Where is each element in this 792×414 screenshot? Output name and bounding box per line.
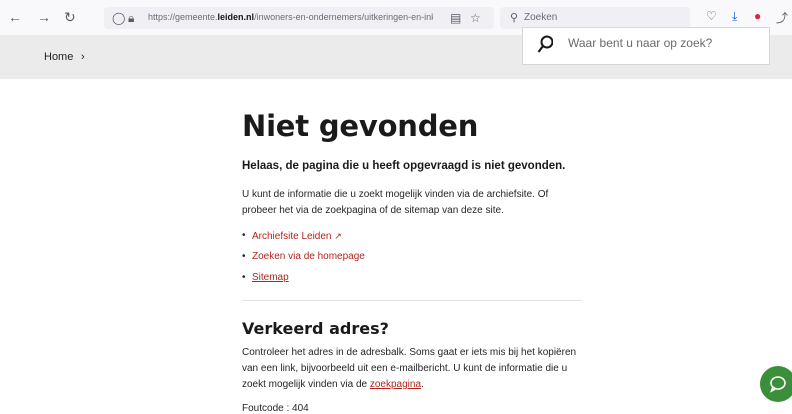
chat-button[interactable]	[760, 366, 792, 402]
external-link-icon: ↗	[334, 231, 342, 241]
page-title: Niet gevonden	[242, 109, 479, 143]
breadcrumb-home[interactable]: Home	[44, 51, 73, 63]
extensions-icon[interactable]: ⤴	[776, 9, 788, 26]
section-text: Controleer het adres in de adresbalk. So…	[242, 347, 577, 390]
intro-text: U kunt de informatie die u zoekt mogelij…	[242, 189, 549, 216]
link-list: Archiefsite Leiden ↗ Zoeken via de homep…	[242, 229, 365, 292]
search-icon: ⚲	[510, 12, 519, 24]
site-search-input[interactable]: Waar bent u naar op zoek?	[522, 27, 770, 65]
shield-icon[interactable]: ◯	[112, 11, 125, 25]
adblock-icon[interactable]: ●	[754, 9, 761, 23]
browser-search-bar[interactable]: ⚲ Zoeken	[500, 7, 690, 29]
divider	[242, 300, 582, 301]
back-icon[interactable]: ←	[8, 9, 22, 25]
pocket-icon[interactable]: ♡	[706, 9, 717, 23]
sitemap-link[interactable]: Sitemap	[252, 272, 289, 283]
lock-icon[interactable]: 🔒︎	[128, 11, 134, 26]
zoekpagina-link[interactable]: zoekpagina	[370, 379, 421, 390]
zoeken-homepage-link[interactable]: Zoeken via de homepage	[252, 251, 365, 262]
forward-icon[interactable]: →	[37, 9, 51, 25]
browser-search-placeholder: Zoeken	[524, 12, 558, 23]
download-icon[interactable]: ⤓	[732, 9, 737, 24]
list-item: Sitemap	[242, 271, 365, 292]
bookmark-star-icon[interactable]: ☆	[470, 11, 481, 25]
lead-text: Helaas, de pagina die u heeft opgevraagd…	[242, 160, 566, 172]
archiefsite-link[interactable]: Archiefsite Leiden ↗	[252, 231, 342, 242]
site-search-placeholder: Waar bent u naar op zoek?	[568, 36, 713, 50]
list-item: Zoeken via de homepage	[242, 250, 365, 271]
main-content: Niet gevonden Helaas, de pagina die u he…	[242, 108, 587, 414]
address-bar[interactable]: ◯ 🔒︎ https://gemeente.leiden.nl/inwoners…	[104, 7, 494, 29]
section-title: Verkeerd adres?	[242, 319, 389, 338]
magnifier-icon	[537, 35, 553, 53]
url-text: https://gemeente.leiden.nl/inwoners-en-o…	[148, 12, 433, 22]
breadcrumb-separator: ›	[81, 51, 85, 63]
reader-view-icon[interactable]: ▤	[450, 11, 461, 25]
reload-icon[interactable]: ↻	[64, 9, 76, 25]
chat-icon	[769, 376, 786, 393]
list-item: Archiefsite Leiden ↗	[242, 229, 365, 250]
